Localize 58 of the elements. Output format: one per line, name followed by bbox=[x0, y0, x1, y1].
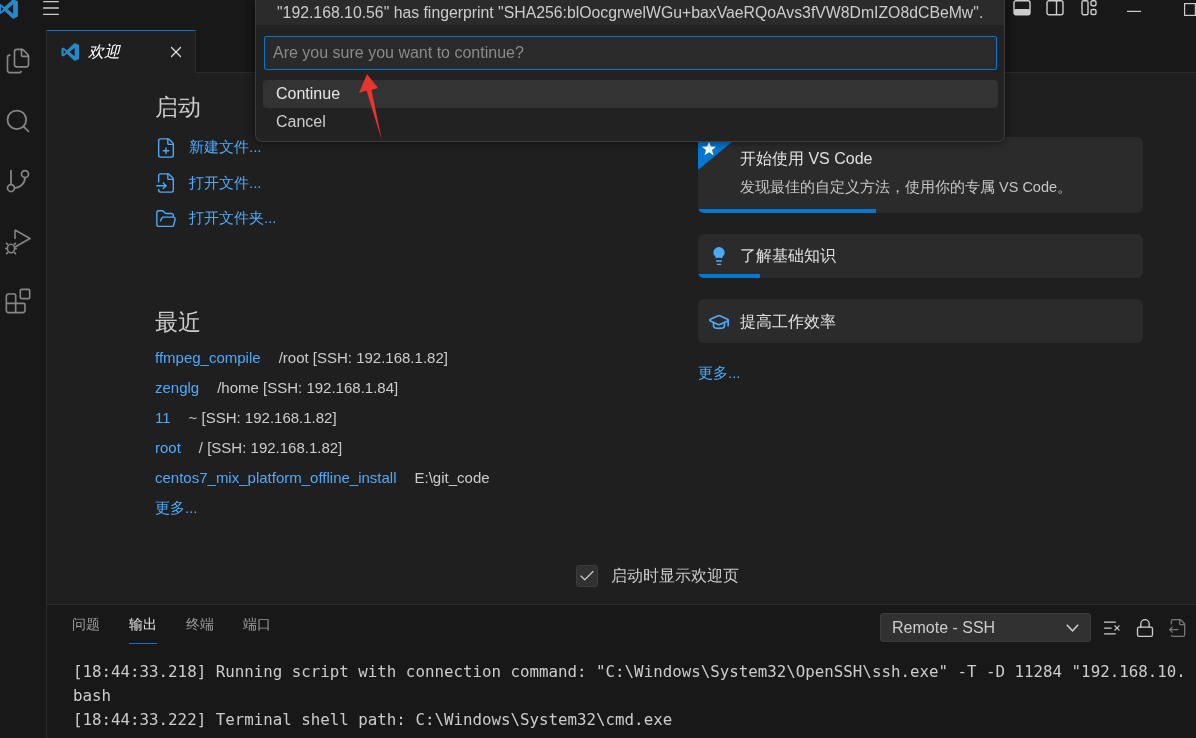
panel-tab[interactable]: 问题 bbox=[72, 605, 100, 644]
start-link[interactable]: 打开文件... bbox=[155, 165, 262, 201]
start-link[interactable]: 打开文件夹... bbox=[155, 201, 277, 237]
files-icon[interactable] bbox=[4, 47, 32, 75]
walkthrough-card[interactable]: 了解基础知识 bbox=[698, 234, 1143, 278]
recent-path: ~ [SSH: 192.168.1.82] bbox=[188, 409, 337, 426]
recent-path: /home [SSH: 192.168.1.84] bbox=[217, 379, 399, 396]
card-title: 开始使用 VS Code bbox=[740, 149, 874, 169]
more-link[interactable]: 更多... bbox=[698, 358, 741, 388]
blocks-icon[interactable] bbox=[4, 287, 32, 315]
app-logo-icon bbox=[60, 42, 80, 62]
output-line: [18:44:33.218] Running script with connection command: "C:\Windows\System32\OpenSSH\ssh.exe" -T -D 11284 "192.168.10. bbox=[73, 661, 1187, 683]
card-title: 了解基础知识 bbox=[740, 246, 837, 266]
split-layout-icon[interactable] bbox=[1046, 0, 1064, 16]
recent-path: E:\git_code bbox=[414, 469, 490, 486]
panel-tab[interactable]: 终端 bbox=[186, 605, 214, 644]
quick-pick-item[interactable]: Continue bbox=[263, 80, 998, 108]
tab-label: 欢迎 bbox=[88, 41, 122, 62]
walkthrough-card[interactable]: 开始使用 VS Code 发现最佳的自定义方法，使用你的专属 VS Code。 bbox=[698, 137, 1143, 213]
app-logo-icon bbox=[0, 0, 19, 20]
section-heading: 最近 bbox=[155, 307, 201, 336]
card-description: 发现最佳的自定义方法，使用你的专属 VS Code。 bbox=[740, 178, 1074, 197]
quick-pick-item[interactable]: Cancel bbox=[263, 108, 998, 136]
folder-open-icon bbox=[155, 207, 177, 230]
recent-link[interactable]: centos7_mix_platform_offline_install bbox=[155, 469, 397, 486]
card-title: 提高工作效率 bbox=[740, 312, 837, 332]
panel-tab[interactable]: 端口 bbox=[243, 605, 271, 644]
more-link[interactable]: 更多... bbox=[155, 492, 198, 523]
editor-tab[interactable]: 欢迎 bbox=[47, 30, 196, 73]
channel-dropdown[interactable]: Remote - SSH bbox=[880, 613, 1091, 642]
checkbox-label: 启动时显示欢迎页 bbox=[611, 565, 739, 586]
recent-link[interactable]: 11 bbox=[155, 409, 171, 426]
panel-layout-icon[interactable] bbox=[1013, 0, 1031, 16]
walkthrough-card[interactable]: 提高工作效率 bbox=[698, 299, 1143, 343]
search-icon[interactable] bbox=[4, 107, 32, 135]
recent-path: /root [SSH: 192.168.1.82] bbox=[278, 349, 448, 366]
checkbox[interactable] bbox=[576, 565, 598, 587]
branch-icon[interactable] bbox=[4, 167, 32, 195]
section-heading: 启动 bbox=[155, 93, 201, 121]
output-line: [18:44:33.222] Terminal shell path: C:\Windows\System32\cmd.exe bbox=[73, 709, 674, 731]
file-arrow-icon[interactable] bbox=[1168, 617, 1188, 638]
file-plus-icon bbox=[155, 136, 177, 159]
recent-link[interactable]: zenglg bbox=[155, 379, 200, 396]
recent-link[interactable]: ffmpeg_compile bbox=[155, 349, 261, 366]
output-line: bash bbox=[73, 685, 113, 707]
lock-icon[interactable] bbox=[1135, 617, 1155, 638]
recent-link[interactable]: root bbox=[155, 439, 181, 456]
minimize-icon[interactable] bbox=[1127, 10, 1141, 13]
chevron-icon bbox=[1066, 623, 1079, 632]
maximize-icon[interactable] bbox=[1184, 3, 1196, 16]
layout-grid-icon[interactable] bbox=[1081, 0, 1097, 16]
panel-tab[interactable]: 输出 bbox=[129, 605, 157, 644]
start-link[interactable]: 新建文件... bbox=[155, 130, 262, 166]
file-arrow-icon bbox=[155, 172, 177, 195]
input-field[interactable]: Are you sure you want to continue? bbox=[264, 36, 997, 70]
quick-pick-message: "192.168.10.56" has fingerprint "SHA256:blOocgrwelWGu+baxVaeRQoAvs3fVW8DmIZO8dCBeMw". bbox=[256, 0, 1004, 25]
play-bug-icon[interactable] bbox=[4, 227, 32, 255]
recent-path: / [SSH: 192.168.1.82] bbox=[198, 439, 343, 456]
